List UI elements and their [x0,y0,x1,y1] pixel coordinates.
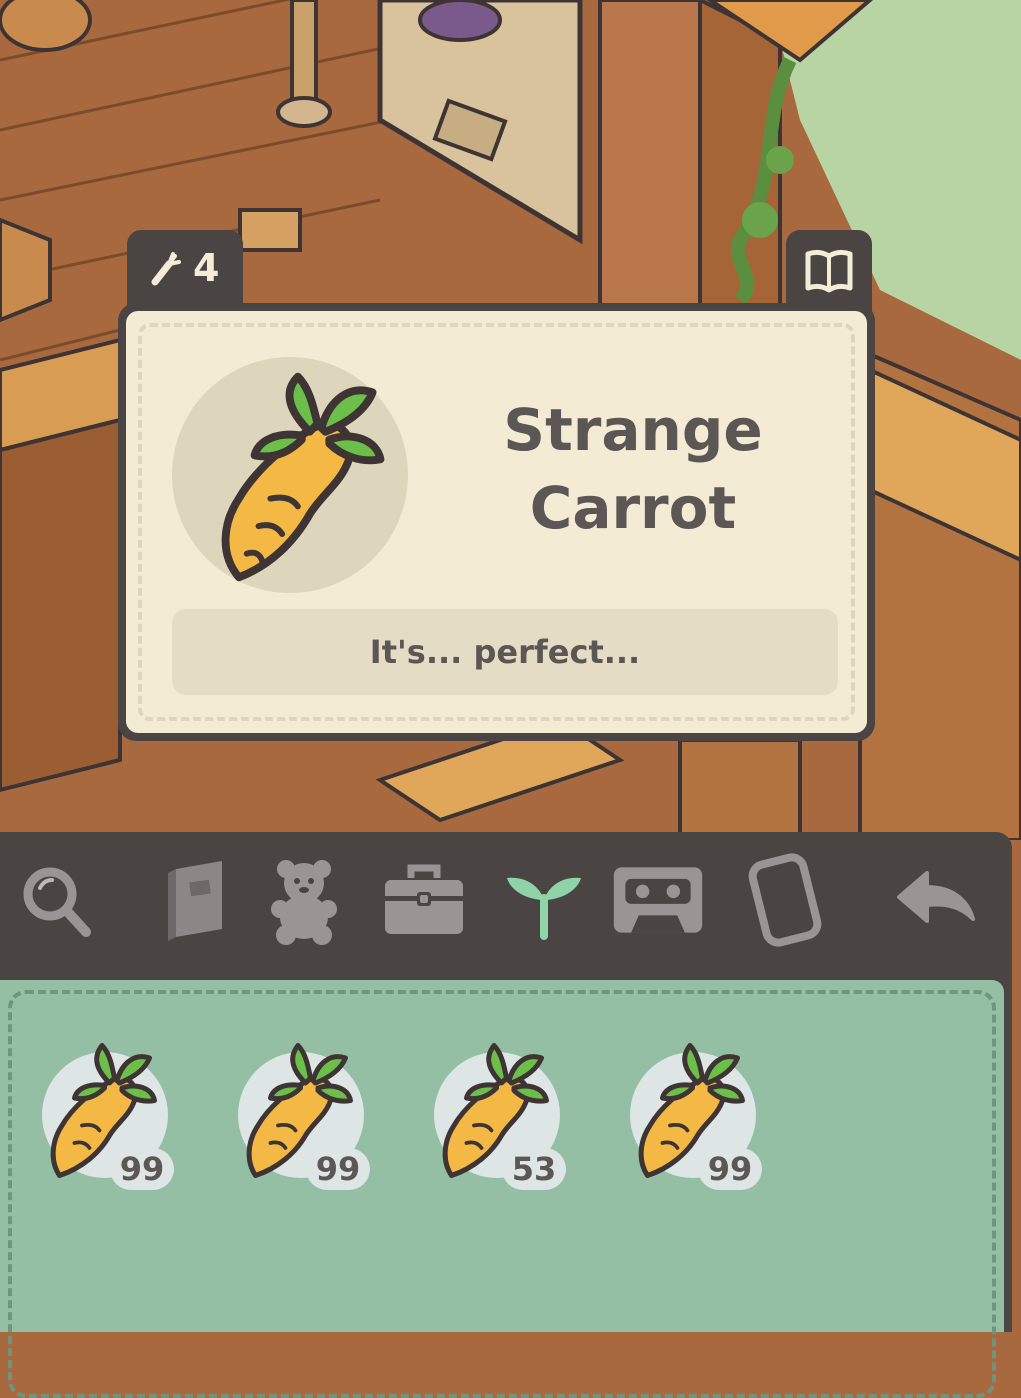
strange-carrot-icon [221,372,385,582]
tool-phone[interactable] [738,852,834,948]
magnifier-icon [23,867,91,937]
tool-search[interactable] [8,852,104,948]
item-name: Strange Carrot [503,396,763,542]
inventory-slot[interactable]: 53 [434,1028,584,1198]
inventory-slot[interactable]: 99 [630,1028,780,1198]
item-quantity: 53 [502,1148,566,1190]
inventory-slot[interactable]: 99 [42,1028,192,1198]
teddy-bear-icon [271,860,337,945]
back-button[interactable] [886,852,982,948]
back-arrow-icon [897,871,975,923]
item-quantity: 99 [110,1148,174,1190]
journal-icon [168,861,222,941]
inventory-panel: 99 99 53 99 [0,980,1004,1398]
item-description: It's... perfect... [172,609,838,695]
item-portrait [172,357,408,593]
sprout-icon [507,877,581,940]
toolbox-icon [385,864,463,934]
phone-icon [748,853,822,947]
tool-plants[interactable] [496,852,592,948]
book-icon [805,249,853,293]
tool-furniture[interactable] [256,852,352,948]
cassette-icon [613,867,703,933]
tool-toolbox[interactable] [376,852,472,948]
tool-music[interactable] [610,852,706,948]
inventory-slot[interactable]: 99 [238,1028,388,1198]
item-detail-card: Strange Carrot It's... perfect... [118,303,875,741]
tool-journal[interactable] [148,852,244,948]
item-quantity: 99 [698,1148,762,1190]
item-count: 4 [193,246,220,290]
carrot-mini-icon [151,252,181,286]
item-quantity: 99 [306,1148,370,1190]
